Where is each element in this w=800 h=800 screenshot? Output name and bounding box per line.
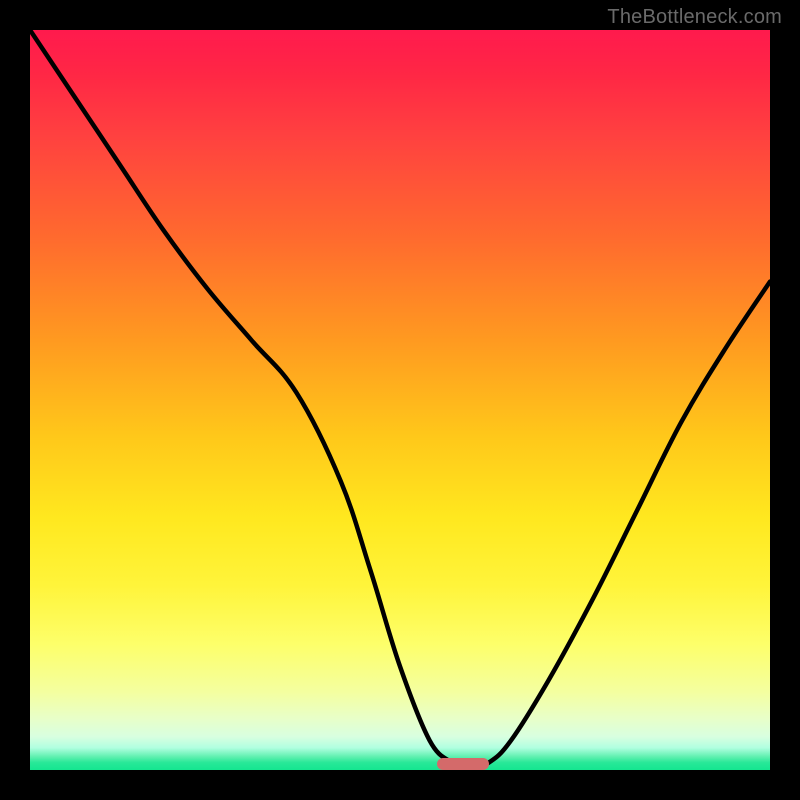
optimal-range-marker bbox=[437, 758, 489, 770]
bottleneck-curve bbox=[30, 30, 770, 770]
chart-frame: TheBottleneck.com bbox=[0, 0, 800, 800]
watermark-text: TheBottleneck.com bbox=[607, 6, 782, 29]
plot-area bbox=[30, 30, 770, 770]
